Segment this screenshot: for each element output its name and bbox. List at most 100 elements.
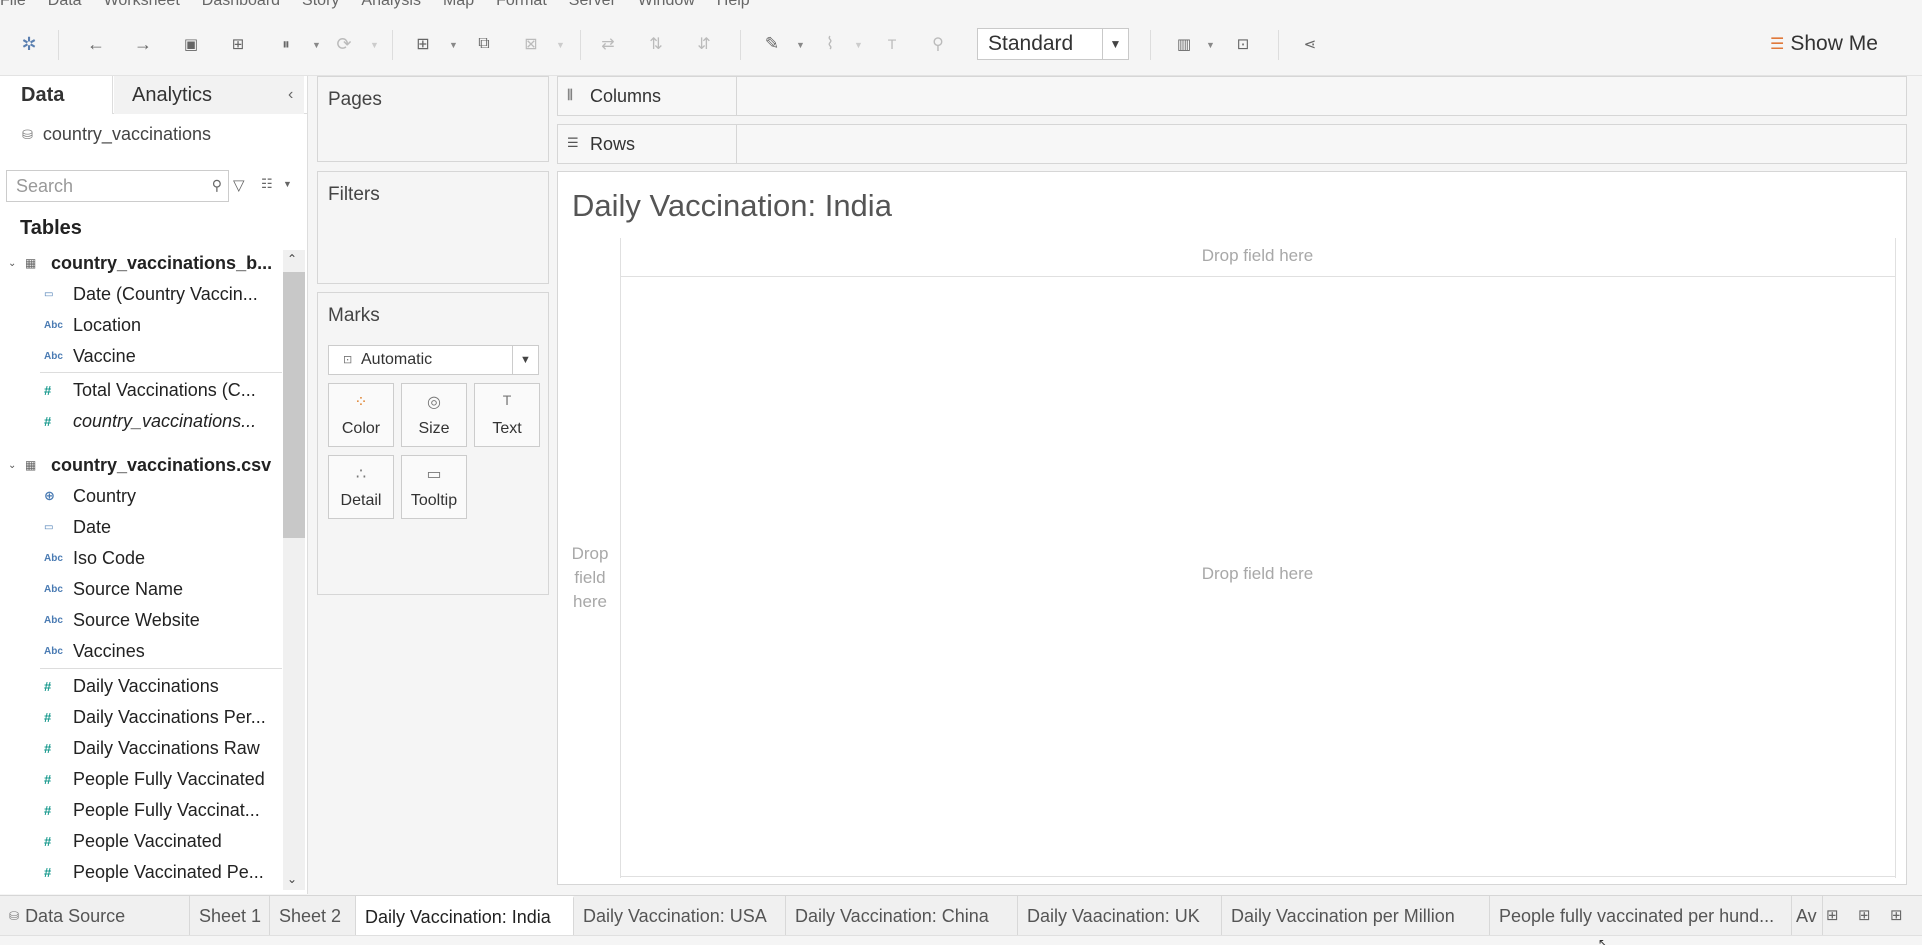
chevron-down-icon[interactable]: ▼ [1102, 29, 1128, 59]
rows-shelf[interactable]: ☰ Rows [557, 124, 1907, 164]
field-item[interactable]: Abc Source Website [0, 605, 282, 635]
save-icon[interactable]: ▣ [179, 32, 203, 56]
expand-caret-icon[interactable]: ⌄ [8, 460, 16, 471]
search-input[interactable]: Search ⚲ [6, 170, 229, 202]
new-dashboard-icon[interactable]: ⊞ [1858, 906, 1871, 924]
drop-zone-center[interactable]: Drop field here [620, 564, 1895, 584]
menu-worksheet[interactable]: Worksheet [104, 0, 180, 12]
refresh-icon[interactable]: ⟳ [332, 32, 356, 56]
field-item[interactable]: # People Fully Vaccinat... [0, 795, 282, 825]
field-item[interactable]: # People Vaccinated [0, 826, 282, 856]
field-item[interactable]: Abc Vaccines [0, 636, 282, 666]
tab-data[interactable]: Data [0, 76, 113, 114]
menu-story[interactable]: Story [302, 0, 339, 12]
mark-type-select[interactable]: ⊡ Automatic ▼ [328, 345, 539, 375]
field-item[interactable]: # country_vaccinations... [0, 406, 282, 436]
share-icon[interactable]: ⋖ [1298, 32, 1322, 56]
columns-shelf[interactable]: ⫼ Columns [557, 76, 1907, 116]
menu-format[interactable]: Format [496, 0, 547, 12]
field-item[interactable]: Abc Vaccine [0, 341, 282, 371]
swap-rows-columns-icon[interactable]: ⇄ [596, 32, 620, 56]
group-members-icon[interactable]: ⌇ [818, 32, 842, 56]
field-item[interactable]: Abc Source Name [0, 574, 282, 604]
menu-server[interactable]: Server [569, 0, 616, 12]
scroll-down-icon[interactable]: ⌄ [287, 872, 297, 886]
refresh-caret-icon[interactable]: ▼ [370, 40, 379, 50]
show-cards-icon[interactable]: ▥ [1172, 32, 1196, 56]
presentation-mode-icon[interactable]: ⊡ [1231, 32, 1255, 56]
tab-sheet[interactable]: Av [1792, 896, 1823, 936]
field-item[interactable]: # People Vaccinated Pe... [0, 857, 282, 887]
menu-data[interactable]: Data [48, 0, 82, 12]
tab-sheet-active[interactable]: Daily Vaccination: India [356, 896, 574, 936]
filter-icon[interactable]: ▽ [233, 176, 245, 194]
new-story-icon[interactable]: ⊞ [1890, 906, 1903, 924]
chevron-down-icon[interactable]: ▼ [512, 346, 538, 374]
fix-axes-icon[interactable]: ⚲ [926, 32, 950, 56]
tab-sheet[interactable]: People fully vaccinated per hund... [1490, 896, 1792, 936]
menu-window[interactable]: Window [638, 0, 695, 12]
view-options-caret-icon[interactable]: ▼ [283, 179, 292, 189]
duplicate-sheet-icon[interactable]: ⧉ [472, 32, 496, 56]
expand-caret-icon[interactable]: ⌄ [8, 258, 16, 269]
field-item[interactable]: ▭ Date (Country Vaccin... [0, 279, 282, 309]
clear-sheet-caret-icon[interactable]: ▼ [556, 40, 565, 50]
text-button[interactable]: T Text [474, 383, 540, 447]
show-cards-caret-icon[interactable]: ▼ [1206, 40, 1215, 50]
highlight-caret-icon[interactable]: ▼ [796, 40, 805, 50]
menu-analysis[interactable]: Analysis [361, 0, 421, 12]
tab-sheet[interactable]: Sheet 2 [270, 896, 356, 936]
field-item[interactable]: ▭ Date [0, 512, 282, 542]
pages-card[interactable]: Pages [317, 76, 549, 162]
menu-dashboard[interactable]: Dashboard [202, 0, 280, 12]
field-item[interactable]: ⊕ Country [0, 481, 282, 511]
size-button[interactable]: ◎ Size [401, 383, 467, 447]
show-me-button[interactable]: ☰ Show Me [1770, 30, 1878, 58]
show-labels-icon[interactable]: T [880, 32, 904, 56]
drop-zone-columns[interactable]: Drop field here [620, 246, 1895, 266]
scroll-up-icon[interactable]: ⌃ [287, 252, 297, 266]
tab-sheet[interactable]: Sheet 1 [190, 896, 270, 936]
new-worksheet-icon[interactable]: ⊞ [411, 32, 435, 56]
filters-card[interactable]: Filters [317, 171, 549, 284]
undo-icon[interactable]: ← [84, 32, 108, 56]
pause-updates-caret-icon[interactable]: ▼ [312, 40, 321, 50]
tab-sheet[interactable]: Daily Vaacination: UK [1018, 896, 1222, 936]
field-item[interactable]: Abc Location [0, 310, 282, 340]
field-item[interactable]: Abc Iso Code [0, 543, 282, 573]
scrollbar-thumb[interactable] [283, 272, 305, 538]
tab-sheet[interactable]: Daily Vaccination: USA [574, 896, 786, 936]
color-button[interactable]: ⁘ Color [328, 383, 394, 447]
tableau-logo-icon[interactable]: ✲ [17, 32, 41, 56]
new-datasource-icon[interactable]: ⊞ [226, 32, 250, 56]
sort-ascending-icon[interactable]: ⇅ [644, 32, 668, 56]
menu-map[interactable]: Map [443, 0, 474, 12]
tab-data-source[interactable]: ⛁ Data Source [0, 896, 190, 936]
redo-icon[interactable]: → [131, 32, 155, 56]
highlight-icon[interactable]: ✎ [760, 32, 784, 56]
datasource-item[interactable]: ⛁ country_vaccinations [22, 124, 211, 145]
fit-select[interactable]: Standard ▼ [977, 28, 1129, 60]
tab-analytics[interactable]: Analytics [114, 76, 304, 114]
field-item[interactable]: # Daily Vaccinations [0, 671, 282, 701]
worksheet-view[interactable]: Daily Vaccination: India Drop field here… [557, 171, 1907, 885]
detail-button[interactable]: ∴ Detail [328, 455, 394, 519]
menu-file[interactable]: File [0, 0, 26, 12]
new-worksheet-icon[interactable]: ⊞ [1826, 906, 1839, 924]
sort-descending-icon[interactable]: ⇵ [692, 32, 716, 56]
table-header-row[interactable]: ⌄ ▦ country_vaccinations_b... [0, 248, 282, 278]
worksheet-title[interactable]: Daily Vaccination: India [572, 188, 892, 224]
group-members-caret-icon[interactable]: ▼ [854, 40, 863, 50]
field-item[interactable]: # Daily Vaccinations Per... [0, 702, 282, 732]
tooltip-button[interactable]: ▭ Tooltip [401, 455, 467, 519]
clear-sheet-icon[interactable]: ⊠ [519, 32, 543, 56]
tab-sheet[interactable]: Daily Vaccination: China [786, 896, 1018, 936]
field-item[interactable]: # Daily Vaccinations Raw [0, 733, 282, 763]
table-header-row[interactable]: ⌄ ▦ country_vaccinations.csv [0, 450, 282, 480]
field-item[interactable]: # People Fully Vaccinated [0, 764, 282, 794]
field-item[interactable]: # Total Vaccinations (C... [0, 375, 282, 405]
menu-help[interactable]: Help [717, 0, 750, 12]
pause-updates-icon[interactable]: ⏸ [274, 32, 298, 56]
drop-zone-rows[interactable]: Drop field here [562, 542, 618, 614]
tab-sheet[interactable]: Daily Vaccination per Million [1222, 896, 1490, 936]
